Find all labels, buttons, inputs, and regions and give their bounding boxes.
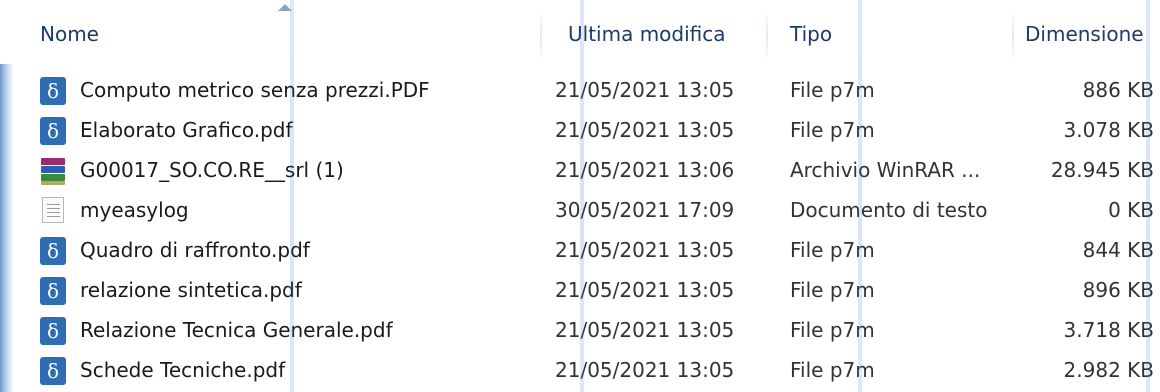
file-name: Computo metrico senza prezzi.PDF bbox=[80, 78, 430, 102]
file-name: relazione sintetica.pdf bbox=[80, 278, 302, 302]
column-header-modified[interactable]: Ultima modifica bbox=[568, 22, 726, 46]
file-type: Documento di testo bbox=[790, 198, 988, 222]
column-header-size[interactable]: Dimensione bbox=[1025, 22, 1144, 46]
file-name: Schede Tecniche.pdf bbox=[80, 358, 286, 382]
file-type: Archivio WinRAR ... bbox=[790, 158, 981, 182]
scan-streak bbox=[1146, 0, 1150, 392]
file-size: 3.718 KB bbox=[1063, 318, 1154, 342]
text-document-icon bbox=[42, 197, 64, 223]
file-size: 844 KB bbox=[1082, 238, 1154, 262]
scan-streak bbox=[290, 0, 294, 392]
file-size: 896 KB bbox=[1082, 278, 1154, 302]
p7m-signed-document-icon: δ bbox=[40, 357, 66, 385]
file-name: Quadro di raffronto.pdf bbox=[80, 238, 310, 262]
file-type: File p7m bbox=[790, 78, 875, 102]
column-separator[interactable] bbox=[1012, 10, 1014, 62]
file-type: File p7m bbox=[790, 238, 875, 262]
column-header-name[interactable]: Nome bbox=[40, 22, 99, 46]
column-separator[interactable] bbox=[540, 10, 542, 62]
file-type: File p7m bbox=[790, 358, 875, 382]
column-separator[interactable] bbox=[766, 10, 768, 62]
scan-streak bbox=[858, 0, 862, 392]
p7m-signed-document-icon: δ bbox=[40, 237, 66, 265]
file-type: File p7m bbox=[790, 278, 875, 302]
scan-streak bbox=[580, 0, 584, 392]
file-size: 2.982 KB bbox=[1063, 358, 1154, 382]
column-header-type[interactable]: Tipo bbox=[790, 22, 832, 46]
p7m-signed-document-icon: δ bbox=[40, 117, 66, 145]
file-name: G00017_SO.CO.RE__srl (1) bbox=[80, 158, 344, 182]
file-type: File p7m bbox=[790, 118, 875, 142]
file-size: 886 KB bbox=[1082, 78, 1154, 102]
file-size: 28.945 KB bbox=[1050, 158, 1154, 182]
file-name: Elaborato Grafico.pdf bbox=[80, 118, 293, 142]
file-name: myeasylog bbox=[80, 198, 189, 222]
file-name: Relazione Tecnica Generale.pdf bbox=[80, 318, 393, 342]
p7m-signed-document-icon: δ bbox=[40, 277, 66, 305]
p7m-signed-document-icon: δ bbox=[40, 317, 66, 345]
winrar-archive-icon bbox=[40, 157, 66, 185]
p7m-signed-document-icon: δ bbox=[40, 77, 66, 105]
file-size: 3.078 KB bbox=[1063, 118, 1154, 142]
file-type: File p7m bbox=[790, 318, 875, 342]
